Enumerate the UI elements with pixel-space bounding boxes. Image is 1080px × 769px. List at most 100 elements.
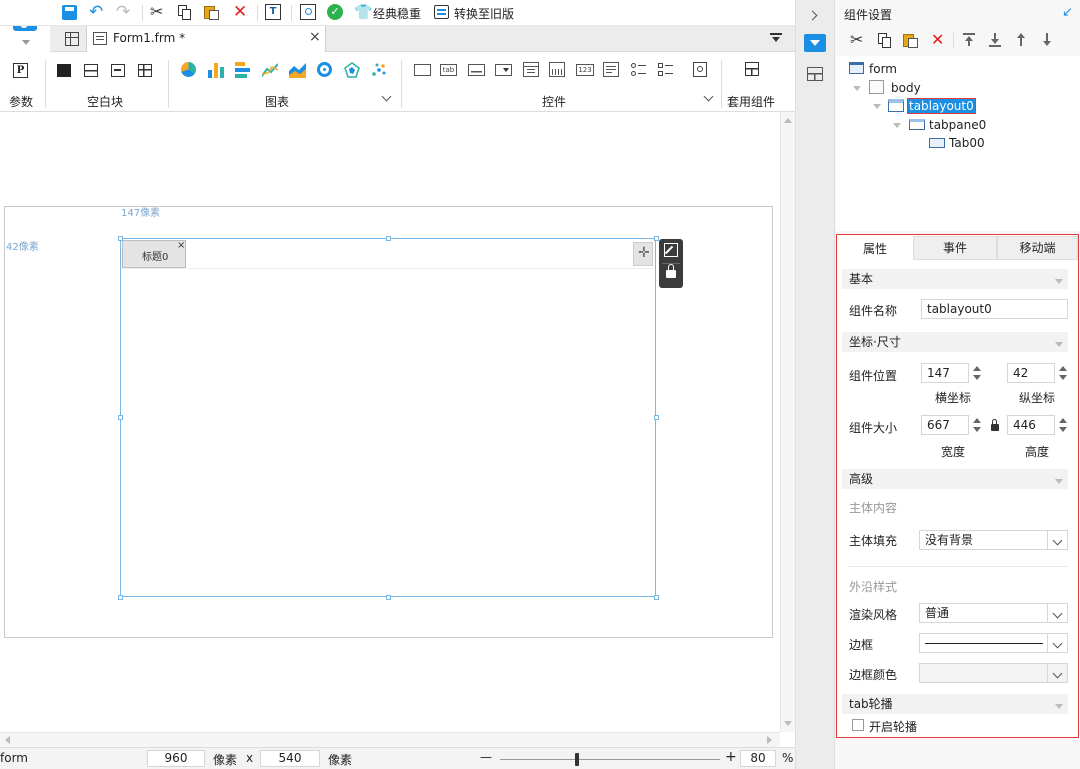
x-position-input[interactable]: 147	[921, 363, 969, 383]
canvas-horizontal-scrollbar[interactable]	[0, 732, 780, 747]
radio-group-ctl-icon[interactable]	[631, 62, 647, 78]
theme-shirt-icon[interactable]: 👕	[354, 3, 373, 21]
zoom-in-button[interactable]: +	[725, 749, 737, 765]
tablayout0-widget[interactable]: 标题0 × ✛	[120, 238, 656, 597]
blank-block-icon-2[interactable]	[84, 64, 98, 77]
paste-icon[interactable]	[903, 32, 918, 48]
check-icon[interactable]: ✓	[327, 4, 343, 20]
save-icon[interactable]	[62, 5, 77, 20]
scroll-up-icon[interactable]	[784, 118, 792, 123]
text-field-ctl-icon[interactable]	[414, 64, 431, 76]
section-collapse-icon[interactable]	[1055, 704, 1063, 709]
cut-icon[interactable]: ✂	[150, 3, 163, 21]
resize-handle-se[interactable]	[654, 595, 659, 600]
tab-title0[interactable]: 标题0 ×	[122, 240, 186, 268]
add-tab-button[interactable]: ✛	[633, 242, 653, 266]
component-name-input[interactable]: tablayout0	[921, 299, 1068, 319]
textarea-ctl-icon[interactable]	[603, 62, 619, 77]
area-chart-icon[interactable]	[289, 62, 306, 78]
line-chart-icon[interactable]	[261, 62, 279, 78]
resize-handle-e[interactable]	[654, 415, 659, 420]
tree-node-form[interactable]: form	[869, 62, 897, 76]
copy-icon[interactable]	[878, 33, 891, 48]
props-tab-events[interactable]: 事件	[913, 236, 997, 260]
aspect-lock-icon[interactable]	[991, 419, 999, 431]
paste-icon[interactable]	[204, 4, 219, 20]
props-tab-attributes[interactable]: 属性	[838, 236, 912, 262]
tab-close-icon[interactable]: ×	[309, 29, 321, 45]
canvas-vertical-scrollbar[interactable]	[780, 112, 795, 732]
grid-layout-icon[interactable]	[65, 32, 79, 46]
tree-node-body[interactable]: body	[891, 81, 921, 95]
component-settings-dock-icon[interactable]	[804, 34, 826, 52]
resize-handle-sw[interactable]	[118, 595, 123, 600]
move-top-icon[interactable]	[963, 33, 975, 47]
canvas-height-input[interactable]: 540	[260, 750, 320, 767]
move-down-icon[interactable]	[1041, 33, 1053, 47]
bar-chart-icon[interactable]	[208, 62, 224, 78]
expand-arrow-icon[interactable]	[893, 123, 901, 128]
props-tab-mobile[interactable]: 移动端	[997, 236, 1078, 260]
preview-icon[interactable]	[300, 4, 316, 20]
collapse-panel-icon[interactable]: ↙	[1062, 5, 1073, 20]
zoom-input[interactable]: 80	[740, 750, 776, 767]
chevron-right-icon[interactable]	[807, 10, 818, 21]
edit-icon[interactable]	[664, 243, 678, 257]
canvas-width-input[interactable]: 960	[147, 750, 205, 767]
radar-chart-icon[interactable]	[344, 62, 360, 78]
unlock-icon[interactable]	[666, 264, 676, 278]
width-input[interactable]: 667	[921, 415, 969, 435]
section-collapse-icon[interactable]	[1055, 342, 1063, 347]
tab-form1[interactable]: Form1.frm * ×	[86, 26, 326, 52]
move-up-icon[interactable]	[1015, 33, 1027, 47]
section-tab-carousel[interactable]: tab轮播	[842, 694, 1068, 714]
border-dropdown-icon[interactable]	[1047, 633, 1067, 653]
tab-ctl-icon[interactable]: tab	[440, 64, 457, 76]
blank-block-icon-3[interactable]	[111, 64, 125, 77]
move-bottom-icon[interactable]	[989, 33, 1001, 47]
width-stepper[interactable]	[970, 415, 982, 435]
resize-handle-w[interactable]	[118, 415, 123, 420]
scroll-left-icon[interactable]	[5, 736, 10, 744]
parameter-icon[interactable]: P	[13, 63, 28, 78]
number-ctl-icon[interactable]: 123	[576, 64, 594, 76]
render-style-dropdown-icon[interactable]	[1047, 603, 1067, 623]
border-color-dropdown-icon[interactable]	[1047, 663, 1067, 683]
section-coordinates[interactable]: 坐标·尺寸	[842, 332, 1068, 352]
button-ctl-icon[interactable]	[468, 64, 485, 76]
expand-arrow-icon[interactable]	[873, 104, 881, 109]
gauge-chart-icon[interactable]	[317, 62, 332, 77]
blank-block-icon-4[interactable]	[138, 64, 152, 77]
delete-icon[interactable]: ✕	[931, 30, 944, 49]
zoom-slider-track[interactable]	[500, 759, 720, 760]
resize-handle-s[interactable]	[386, 595, 391, 600]
carousel-checkbox[interactable]	[852, 719, 864, 731]
tree-node-tabpane0[interactable]: tabpane0	[929, 118, 986, 132]
chevron-down-icon[interactable]	[22, 40, 30, 45]
render-style-select[interactable]: 普通	[919, 603, 1068, 623]
section-collapse-icon[interactable]	[1055, 279, 1063, 284]
border-color-picker[interactable]	[919, 663, 1068, 683]
dropdown-ctl-icon[interactable]	[495, 64, 512, 76]
section-advanced[interactable]: 高级	[842, 469, 1068, 489]
x-position-stepper[interactable]	[970, 363, 982, 383]
section-basic[interactable]: 基本	[842, 269, 1068, 289]
text-tool-icon[interactable]: T	[265, 4, 281, 20]
border-select[interactable]	[919, 633, 1068, 653]
zoom-out-button[interactable]: —	[480, 750, 492, 764]
undo-icon[interactable]: ↶	[89, 4, 103, 21]
height-input[interactable]: 446	[1007, 415, 1055, 435]
scroll-down-icon[interactable]	[784, 721, 792, 726]
cut-icon[interactable]: ✂	[850, 30, 863, 49]
y-position-stepper[interactable]	[1056, 363, 1068, 383]
tree-node-tablayout0[interactable]: tablayout0	[907, 98, 976, 114]
y-position-input[interactable]: 42	[1007, 363, 1055, 383]
combo-ctl-icon[interactable]	[523, 62, 539, 77]
checkbox-group-ctl-icon[interactable]	[658, 62, 674, 78]
section-collapse-icon[interactable]	[1055, 479, 1063, 484]
classic-theme-button[interactable]: 经典稳重	[373, 5, 421, 22]
tab-title-close-icon[interactable]: ×	[177, 240, 185, 251]
body-fill-select[interactable]: 没有背景	[919, 530, 1068, 550]
redo-icon[interactable]: ↷	[116, 4, 130, 21]
convert-legacy-button[interactable]: 转换至旧版	[454, 5, 514, 22]
